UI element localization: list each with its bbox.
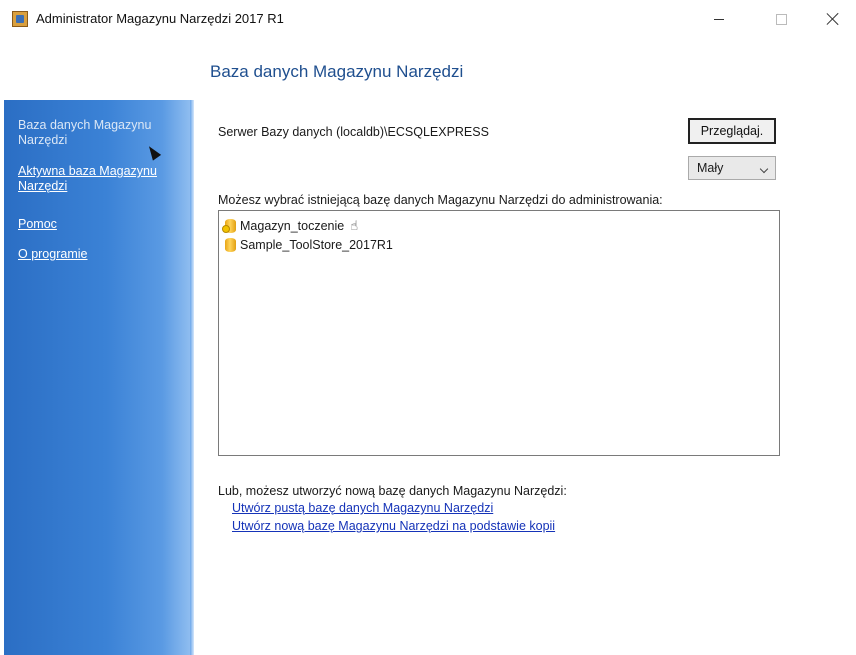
size-select-value: Mały [697,161,724,175]
main-content: Serwer Bazy danych (localdb)\ECSQLEXPRES… [190,100,856,655]
size-select[interactable]: Mały [688,156,776,180]
create-database-from-copy-link[interactable]: Utwórz nową bazę Magazynu Narzędzi na po… [232,519,555,533]
database-list[interactable]: Magazyn_toczenie ☝ Sample_ToolStore_2017… [218,210,780,456]
choose-database-label: Możesz wybrać istniejącą bazę danych Mag… [218,193,663,207]
chevron-down-icon [759,164,769,174]
browse-button[interactable]: Przeglądaj. [688,118,776,144]
database-name: Sample_ToolStore_2017R1 [240,238,393,252]
sidebar-item-help[interactable]: Pomoc [18,217,183,232]
hand-pointer-icon: ☝ [350,218,359,233]
sidebar: Baza danych Magazynu Narzędzi Aktywna ba… [4,100,194,655]
minimize-icon [714,18,724,20]
close-icon [826,12,840,26]
maximize-icon [775,13,787,25]
close-button[interactable] [810,4,856,34]
create-database-label: Lub, możesz utworzyć nową bazę danych Ma… [218,484,567,498]
minimize-button[interactable] [696,4,742,34]
list-item[interactable]: Magazyn_toczenie ☝ [222,217,359,235]
list-item[interactable]: Sample_ToolStore_2017R1 [225,236,393,254]
database-name: Magazyn_toczenie [240,219,345,233]
sidebar-item-about[interactable]: O programie [18,247,183,262]
sidebar-item-active-database[interactable]: Aktywna baza Magazynu Narzędzi [18,164,183,194]
database-icon [225,238,236,252]
maximize-button[interactable] [758,4,804,34]
page-title: Baza danych Magazynu Narzędzi [210,62,464,81]
app-icon [12,11,28,27]
database-icon [222,219,236,233]
title-bar: Administrator Magazynu Narzędzi 2017 R1 [0,0,856,40]
create-empty-database-link[interactable]: Utwórz pustą bazę danych Magazynu Narzęd… [232,501,493,515]
sidebar-item-database[interactable]: Baza danych Magazynu Narzędzi [18,118,183,148]
server-label: Serwer Bazy danych (localdb)\ECSQLEXPRES… [218,125,489,139]
window-title: Administrator Magazynu Narzędzi 2017 R1 [36,11,284,26]
